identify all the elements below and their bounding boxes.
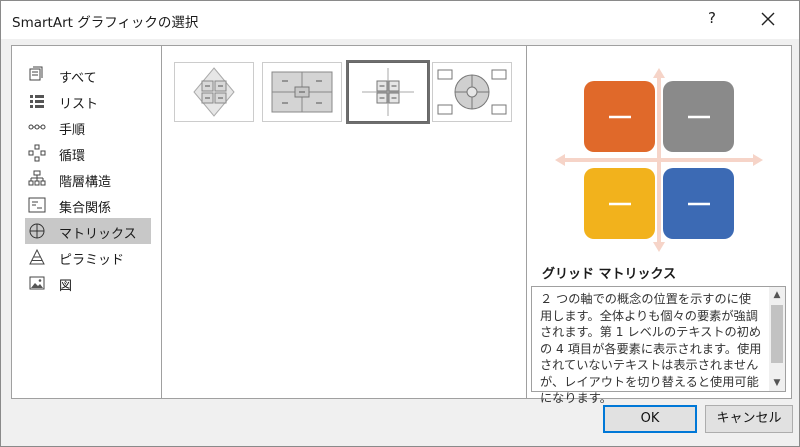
category-label: マトリックス xyxy=(59,227,137,242)
category-list: すべて リスト 手順 循環 階層構造 集合関係 マトリックス ピラミッド 図 xyxy=(12,46,162,398)
grid-matrix-preview xyxy=(555,68,763,252)
all-icon xyxy=(29,66,43,81)
scroll-down-icon[interactable]: ▼ xyxy=(769,375,785,391)
category-label: 循環 xyxy=(59,149,86,164)
close-icon[interactable] xyxy=(756,7,780,31)
category-label: 手順 xyxy=(59,123,86,138)
pyramid-icon xyxy=(29,248,45,265)
scroll-thumb[interactable] xyxy=(771,305,783,363)
description-scrollbar[interactable]: ▲ ▼ xyxy=(769,287,785,391)
category-item-cycle[interactable]: 循環 xyxy=(25,140,151,166)
category-item-relationship[interactable]: 集合関係 xyxy=(25,192,151,218)
category-item-pyramid[interactable]: ピラミッド xyxy=(25,244,151,270)
layout-gallery xyxy=(162,46,527,398)
titled-matrix-thumbnail[interactable] xyxy=(262,62,342,122)
title-bar: SmartArt グラフィックの選択 ? xyxy=(1,1,799,39)
smartart-dialog: SmartArt グラフィックの選択 ? すべて リスト 手順 循環 階層構造 … xyxy=(0,0,800,447)
relationship-icon xyxy=(28,197,46,213)
picture-icon xyxy=(29,276,45,290)
category-label: リスト xyxy=(59,97,99,112)
basic-matrix-thumbnail[interactable] xyxy=(174,62,254,122)
hierarchy-icon xyxy=(28,170,46,186)
category-item-picture[interactable]: 図 xyxy=(25,270,151,296)
layout-description: ２ つの軸での概念の位置を示すのに使用します。全体よりも個々の要素が強調されます… xyxy=(540,292,762,405)
preview-panel: グリッド マトリックス ２ つの軸での概念の位置を示すのに使用します。全体よりも… xyxy=(527,46,791,405)
grid-matrix-thumbnail[interactable] xyxy=(346,60,430,124)
matrix-icon xyxy=(29,223,45,239)
dialog-content: すべて リスト 手順 循環 階層構造 集合関係 マトリックス ピラミッド 図 グ… xyxy=(11,45,792,405)
category-label: すべて xyxy=(59,71,97,86)
category-label: 図 xyxy=(59,279,73,294)
category-label: 集合関係 xyxy=(59,201,112,216)
description-box[interactable]: ２ つの軸での概念の位置を示すのに使用します。全体よりも個々の要素が強調されます… xyxy=(531,286,786,405)
cycle-icon xyxy=(28,144,46,162)
category-label: 階層構造 xyxy=(59,175,112,190)
cancel-button[interactable]: キャンセル xyxy=(705,405,793,433)
help-button[interactable]: ? xyxy=(708,9,716,27)
category-label: ピラミッド xyxy=(59,253,125,268)
category-item-hierarchy[interactable]: 階層構造 xyxy=(25,166,151,192)
category-item-list[interactable]: リスト xyxy=(25,88,151,114)
list-icon xyxy=(30,95,44,108)
category-item-process[interactable]: 手順 xyxy=(25,114,151,140)
cycle-matrix-thumbnail[interactable] xyxy=(432,62,512,122)
scroll-up-icon[interactable]: ▲ xyxy=(769,287,785,303)
category-item-matrix[interactable]: マトリックス xyxy=(25,218,151,244)
dialog-title: SmartArt グラフィックの選択 xyxy=(12,15,199,31)
process-icon xyxy=(28,124,46,130)
ok-button[interactable]: OK xyxy=(603,405,697,433)
category-item-all[interactable]: すべて xyxy=(25,62,151,88)
layout-name: グリッド マトリックス xyxy=(542,267,677,282)
